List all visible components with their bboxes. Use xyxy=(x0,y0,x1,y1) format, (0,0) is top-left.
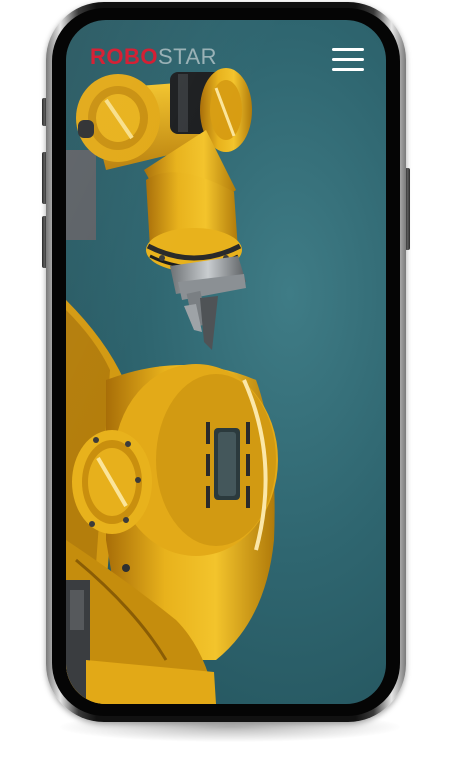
menu-line-middle xyxy=(332,58,364,61)
robot-base xyxy=(66,300,278,704)
logo-text-star: STAR xyxy=(158,44,218,69)
logo-text-robo: ROBO xyxy=(90,44,158,69)
hamburger-menu-icon[interactable] xyxy=(332,48,364,72)
robot-arm-hero-image xyxy=(66,68,278,704)
menu-line-top xyxy=(332,48,364,51)
robot-wrist xyxy=(144,130,246,350)
robostar-logo[interactable]: ROBOSTAR xyxy=(90,46,217,68)
top-navigation-bar: ROBOSTAR xyxy=(66,20,386,100)
device-mockup: ROBOSTAR xyxy=(0,0,452,767)
phone-screen: ROBOSTAR xyxy=(66,20,386,704)
menu-line-bottom xyxy=(332,68,364,71)
